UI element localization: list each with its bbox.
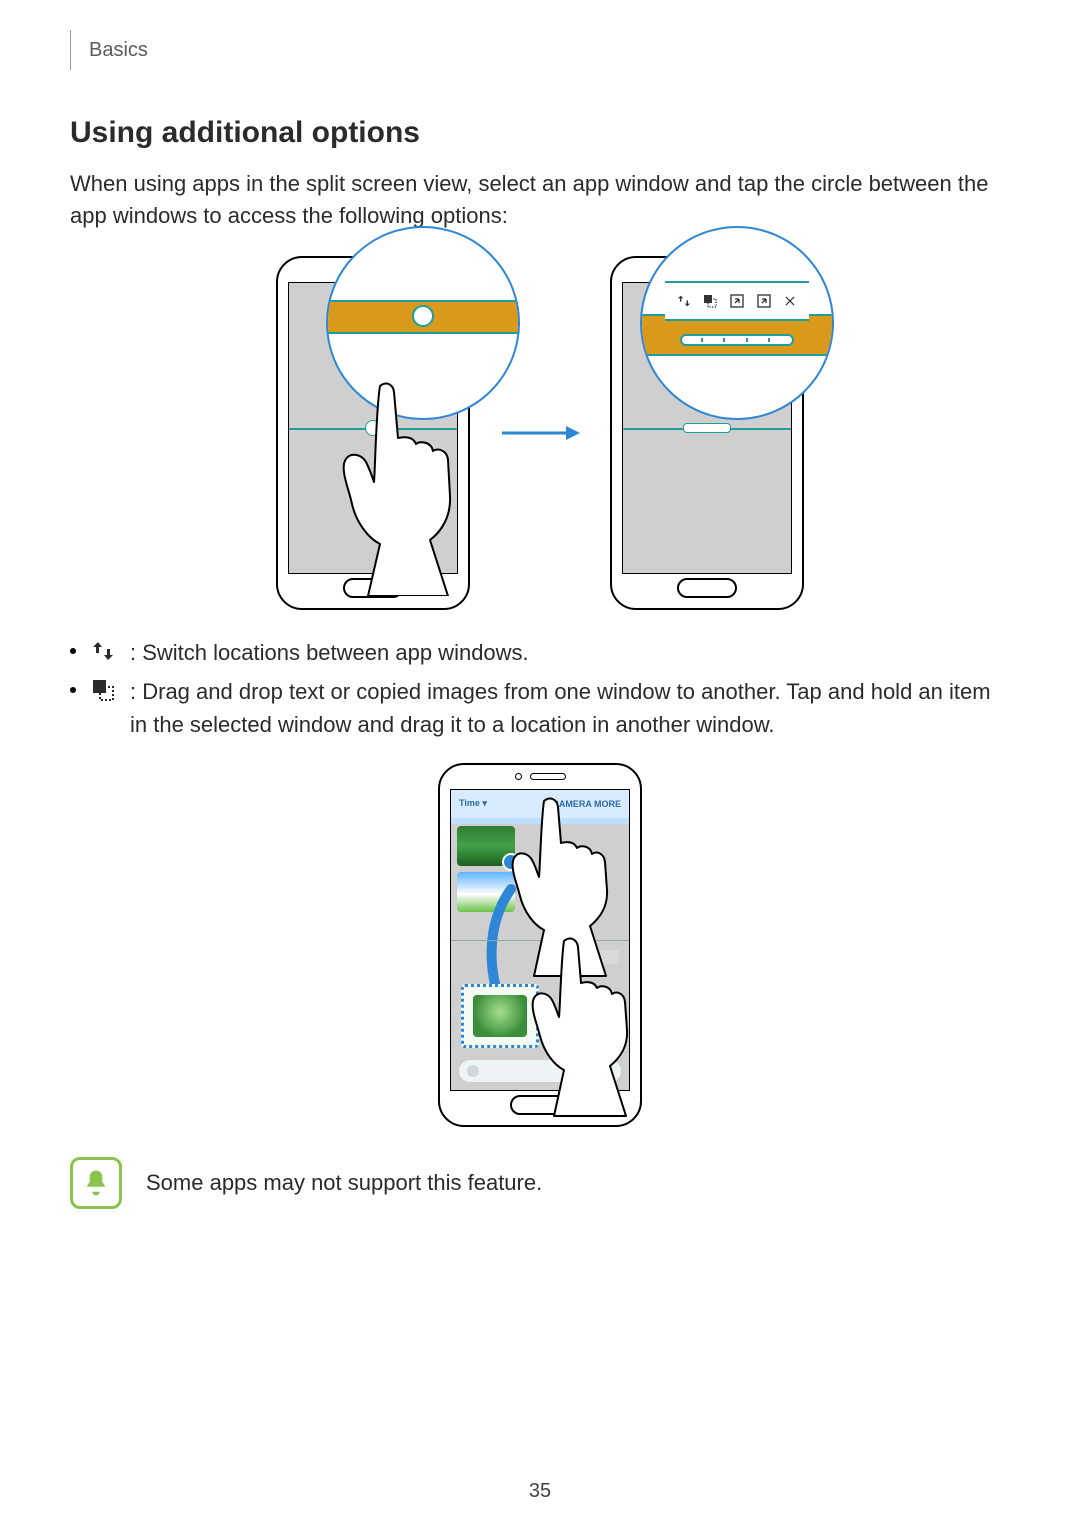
split-handle-zoom [412,305,434,327]
gallery-header-left: Time ▾ [459,798,487,809]
close-icon [782,293,798,309]
page-number: 35 [0,1480,1080,1503]
gallery-header-right: CAMERA MORE [552,799,621,809]
option-text: : Switch locations between app windows. [130,636,1010,669]
drag-copy-icon [702,293,718,309]
open-popup-icon [756,293,772,309]
bullet-icon [70,687,76,693]
message-bubble-placeholder [599,950,619,964]
drop-target [461,984,539,1048]
option-item: : Switch locations between app windows. [70,636,1010,669]
section-title: Using additional options [70,116,1010,150]
thumbnail [457,826,515,866]
swap-icon [90,638,116,664]
home-button [343,578,403,598]
split-handle [365,420,381,436]
home-button [677,578,737,598]
figure-drag-drop: Time ▾ CAMERA MORE [70,763,1010,1127]
header-rule [70,30,71,70]
page-header: Basics [70,30,1010,70]
phone-illustration-dragdrop: Time ▾ CAMERA MORE [438,763,642,1127]
maximize-pane-icon [729,293,745,309]
phone-screen: Time ▾ CAMERA MORE [450,789,630,1091]
magnifier-options-zoom [640,226,834,420]
split-options-toolbar [665,281,809,321]
note-callout: Some apps may not support this feature. [70,1157,1010,1209]
magnifier-handle-zoom [326,226,520,420]
options-list: : Switch locations between app windows. … [70,636,1010,741]
gallery-header: Time ▾ CAMERA MORE [451,790,629,818]
compose-bar [459,1060,621,1082]
section-lead: When using apps in the split screen view… [70,168,1010,232]
figure-split-options [70,256,1010,610]
note-bell-icon [70,1157,122,1209]
drag-copy-icon [90,677,116,703]
swap-icon [676,293,692,309]
home-button [510,1095,570,1115]
bullet-icon [70,648,76,654]
arrow-right-icon [500,423,580,443]
option-text: : Drag and drop text or copied images fr… [130,675,1010,741]
note-text: Some apps may not support this feature. [146,1170,542,1196]
split-handle-expanded [683,423,731,433]
split-handle-tray [680,334,794,346]
breadcrumb: Basics [89,39,148,62]
option-item: : Drag and drop text or copied images fr… [70,675,1010,741]
attach-icon [467,1065,479,1077]
